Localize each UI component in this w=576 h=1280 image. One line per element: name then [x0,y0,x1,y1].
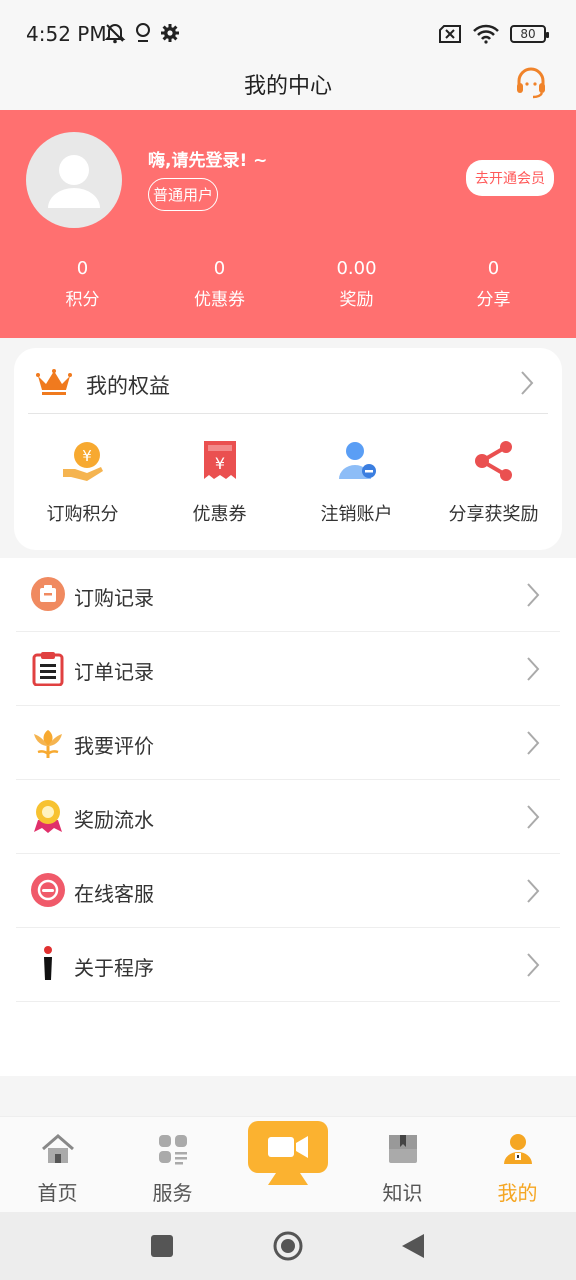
location-icon [136,23,150,42]
stat-coupons[interactable]: 0 优惠券 [151,258,288,310]
menu-label: 订单记录 [74,660,154,684]
benefit-label: 优惠券 [192,504,247,525]
menu-item-reward-flow[interactable]: 奖励流水 [16,780,560,854]
share-icon [474,441,512,481]
title-bar: 我的中心 [0,56,576,110]
crown-icon [36,369,72,395]
settings-icon [161,24,179,42]
mute-bell-icon [104,24,126,44]
benefits-title: 我的权益 [86,374,170,398]
tab-label: 服务 [152,1181,193,1205]
headset-icon[interactable] [514,66,548,100]
menu-label: 订购记录 [74,586,154,610]
stat-label: 优惠券 [194,290,245,310]
tab-label: 知识 [382,1181,423,1205]
benefit-item-coupon[interactable]: ¥ 优惠券 [151,436,288,526]
chevron-right-icon [521,371,534,395]
benefit-label: 注销账户 [320,504,393,525]
bag-icon [31,577,65,611]
service-icon [31,873,65,907]
stat-points[interactable]: 0 积分 [14,258,151,310]
stat-value: 0 [213,258,226,279]
video-camera-icon [248,1121,328,1185]
home-icon [41,1134,74,1163]
stat-label: 分享 [476,290,511,310]
stat-value: 0 [76,258,89,279]
sim-off-icon [439,25,461,43]
tab-label: 我的 [497,1181,538,1205]
clipboard-icon [32,652,64,686]
svg-text:¥: ¥ [214,454,224,473]
flower-icon [34,730,62,758]
back-icon[interactable] [400,1232,426,1260]
profile-header: 嗨,请先登录! ~ 普通用户 去开通会员 0 积分 0 优惠券 0.00 奖励 … [0,110,576,338]
status-right-icons: 80 [438,24,549,44]
points-hand-icon: ¥ [62,442,103,481]
status-time: 4:52 PM [26,22,107,46]
stat-label: 积分 [65,290,100,310]
chevron-right-icon [527,805,540,829]
tab-knowledge[interactable]: 知识 [345,1117,460,1213]
menu-label: 奖励流水 [74,808,154,832]
stats-row: 0 积分 0 优惠券 0.00 奖励 0 分享 [0,258,576,310]
chevron-right-icon [527,953,540,977]
page-title: 我的中心 [243,74,332,99]
medal-icon [34,800,62,833]
menu-list: 订购记录 订单记录 我要评价 奖励流水 在线客服 关于程序 [0,558,576,1076]
benefit-item-deactivate[interactable]: 注销账户 [288,436,425,526]
tab-label: 首页 [37,1181,78,1205]
stat-rewards[interactable]: 0.00 奖励 [288,258,425,310]
open-vip-button[interactable]: 去开通会员 [466,160,554,196]
chevron-right-icon [527,731,540,755]
benefit-item-points[interactable]: ¥ 订购积分 [14,436,151,526]
tab-service[interactable]: 服务 [115,1117,230,1213]
bottom-tab-bar: 首页 服务 知识 我的 [0,1116,576,1212]
status-left-icons [104,22,180,44]
menu-label: 关于程序 [74,956,154,980]
menu-item-online-service[interactable]: 在线客服 [16,854,560,928]
tab-video[interactable] [248,1121,328,1185]
system-nav-bar [0,1212,576,1280]
chevron-right-icon [527,583,540,607]
svg-text:¥: ¥ [82,447,92,465]
login-prompt[interactable]: 嗨,请先登录! ~ [148,146,267,171]
person-icon [503,1134,532,1164]
user-type-badge: 普通用户 [148,178,219,211]
chevron-right-icon [527,879,540,903]
tab-home[interactable]: 首页 [0,1117,115,1213]
benefits-card: 我的权益 ¥ 订购积分 ¥ 优惠券 注销账户 分享获奖励 [14,348,562,550]
benefit-items: ¥ 订购积分 ¥ 优惠券 注销账户 分享获奖励 [14,436,562,526]
user-remove-icon [338,442,376,479]
recent-apps-icon[interactable] [150,1234,174,1258]
menu-item-review[interactable]: 我要评价 [16,706,560,780]
info-icon [44,946,52,980]
battery-indicator: 80 [510,25,549,43]
stat-shares[interactable]: 0 分享 [425,258,562,310]
avatar[interactable] [26,132,122,228]
stat-label: 奖励 [339,290,374,310]
benefits-header[interactable]: 我的权益 [28,348,548,414]
benefit-item-share[interactable]: 分享获奖励 [425,436,562,526]
menu-label: 在线客服 [74,882,154,906]
stat-value: 0.00 [336,258,377,279]
chevron-right-icon [527,657,540,681]
book-icon [388,1135,417,1163]
tab-mine[interactable]: 我的 [460,1117,575,1213]
home-nav-icon[interactable] [272,1230,304,1262]
benefit-label: 订购积分 [46,504,119,525]
wifi-icon [473,24,499,44]
grid-icon [158,1135,187,1165]
menu-item-about[interactable]: 关于程序 [16,928,560,1002]
benefit-label: 分享获奖励 [448,504,539,525]
coupon-icon: ¥ [203,441,236,479]
menu-item-order-records[interactable]: 订单记录 [16,632,560,706]
menu-item-subscription-records[interactable]: 订购记录 [16,558,560,632]
menu-label: 我要评价 [74,734,154,758]
avatar-placeholder-icon [48,155,100,208]
stat-value: 0 [487,258,500,279]
